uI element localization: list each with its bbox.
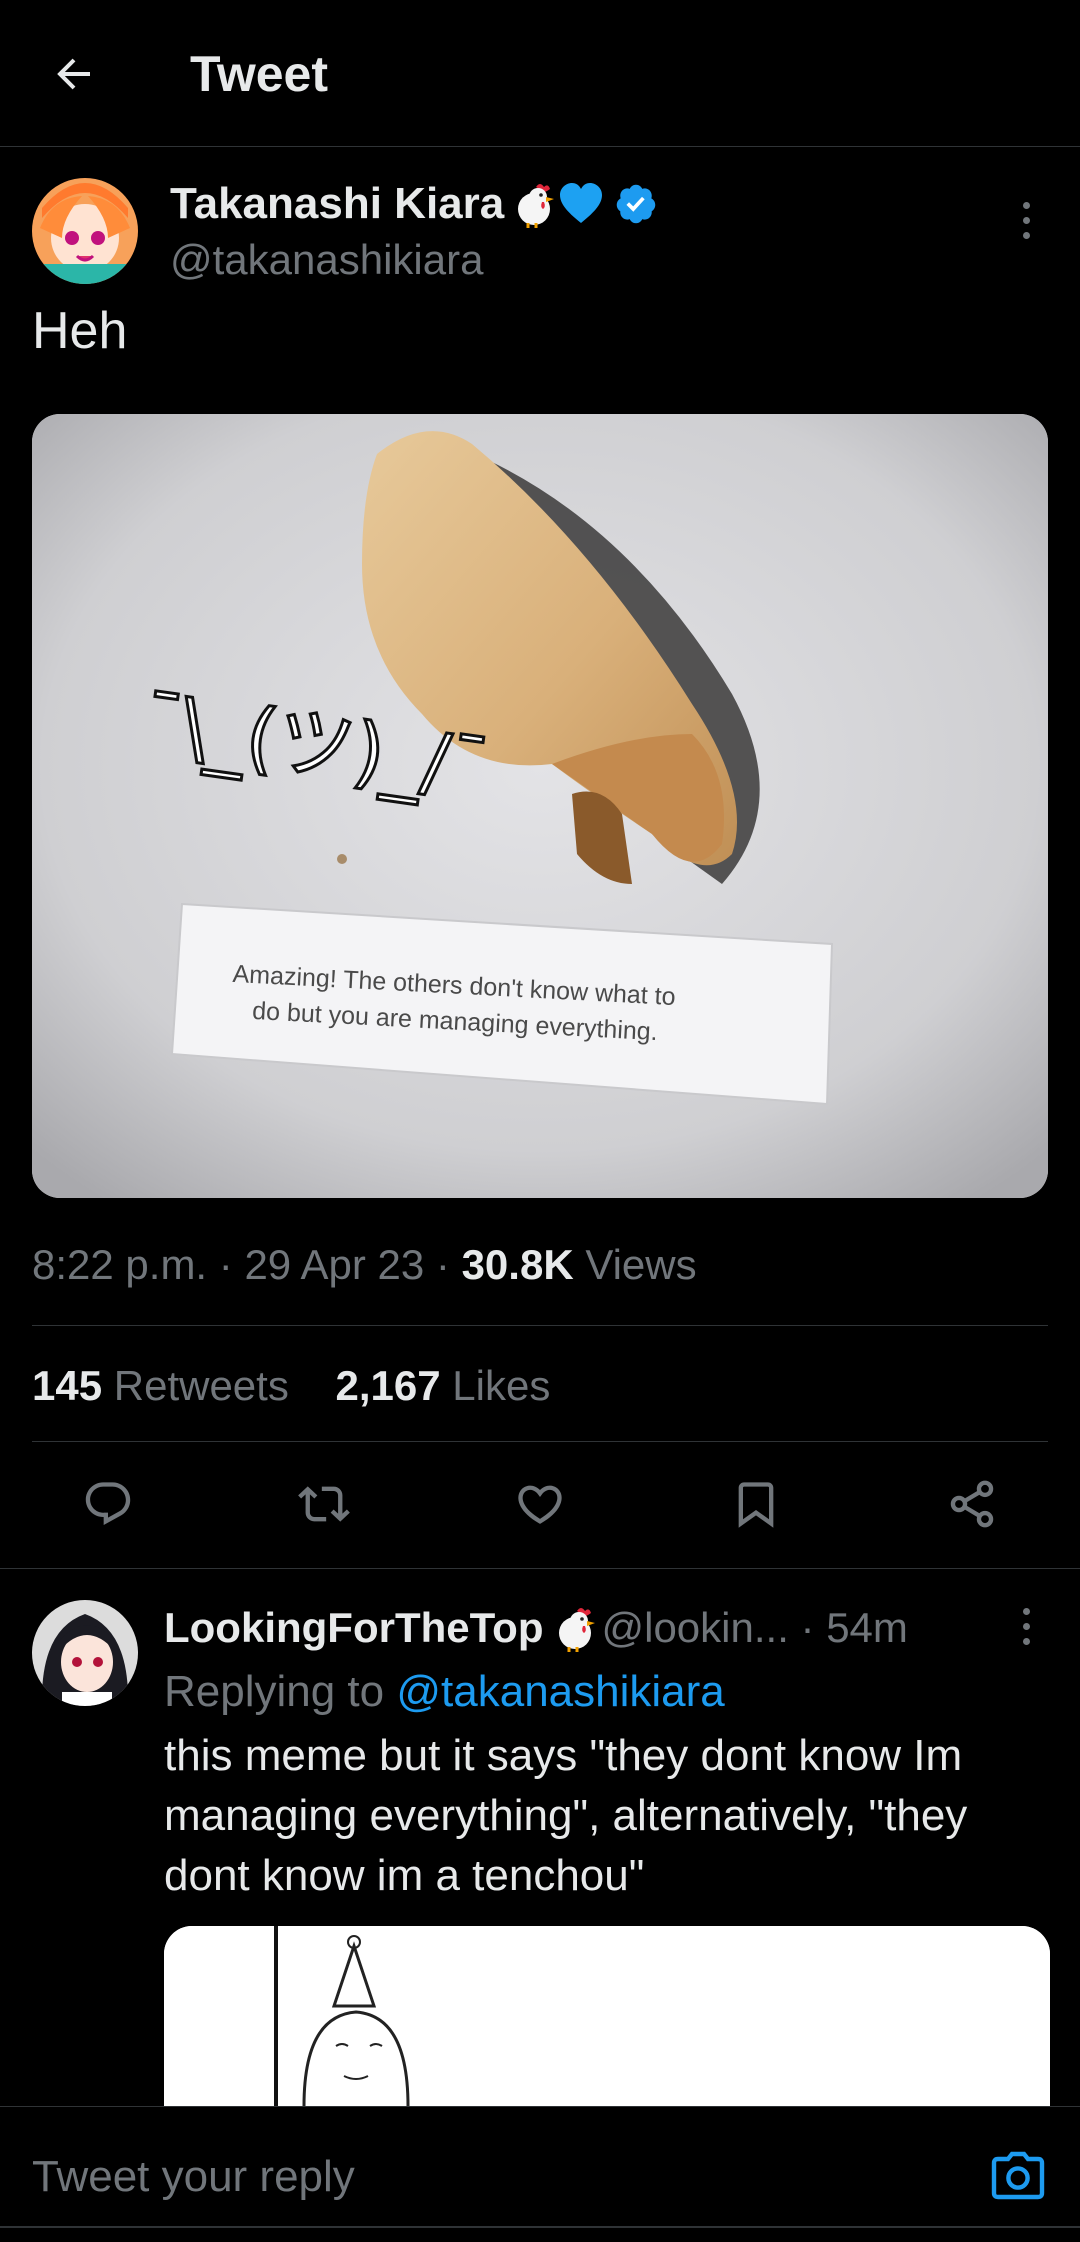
- views-label: Views: [585, 1241, 697, 1288]
- share-icon: [950, 1480, 994, 1528]
- heart-icon: [518, 1485, 562, 1524]
- tweet-time: 8:22 p.m.: [32, 1241, 208, 1288]
- section-divider: [0, 1568, 1080, 1569]
- divider: [32, 1325, 1048, 1326]
- author-avatar[interactable]: [32, 178, 138, 284]
- divider: [32, 1441, 1048, 1442]
- reply-header: LookingForTheTop @lookin... · 54m: [164, 1598, 908, 1658]
- reply-icon: [85, 1482, 131, 1526]
- retweet-icon: [298, 1486, 350, 1522]
- reply-more-button[interactable]: [1006, 1596, 1046, 1656]
- chicken-emoji-icon: [559, 1608, 596, 1652]
- tweet-media[interactable]: Amazing! The others don't know what to d…: [32, 414, 1048, 1198]
- tweet-date: 29 Apr 23: [244, 1241, 425, 1288]
- reply-input[interactable]: Tweet your reply: [32, 2147, 355, 2207]
- camera-icon: [991, 2151, 1045, 2200]
- bookmark-button[interactable]: [726, 1474, 786, 1534]
- views-count: 30.8K: [461, 1241, 574, 1288]
- author-name-text: Takanashi Kiara: [170, 179, 505, 228]
- composer-underline: [0, 2226, 1080, 2228]
- reply-media[interactable]: [164, 1926, 1050, 2106]
- tweet-meta: 8:22 p.m. · 29 Apr 23 · 30.8K Views: [32, 1241, 697, 1288]
- author-handle[interactable]: @takanashikiara: [170, 234, 483, 286]
- top-bar: Tweet: [0, 0, 1080, 147]
- reply-text: this meme but it says "they dont know Im…: [164, 1731, 968, 1900]
- likes-stat[interactable]: 2,167 Likes: [336, 1362, 551, 1409]
- page-title: Tweet: [190, 46, 328, 102]
- tweet-text: Heh: [32, 302, 128, 360]
- like-button[interactable]: [510, 1474, 570, 1534]
- back-button[interactable]: [44, 44, 104, 104]
- share-button[interactable]: [942, 1474, 1002, 1534]
- arrow-left-icon: [57, 58, 90, 90]
- author-name[interactable]: Takanashi Kiara: [170, 176, 658, 232]
- replying-to: Replying to @takanashikiara: [164, 1662, 725, 1722]
- retweets-stat[interactable]: 145 Retweets: [32, 1362, 289, 1409]
- verified-badge-icon: [616, 184, 656, 224]
- chicken-emoji-icon: [518, 184, 555, 228]
- bookmark-icon: [738, 1482, 774, 1528]
- more-vertical-icon: [1022, 1607, 1030, 1615]
- retweet-button[interactable]: [294, 1474, 354, 1534]
- tweet-more-button[interactable]: [1006, 190, 1046, 250]
- camera-button[interactable]: [986, 2147, 1050, 2207]
- reply-composer: Tweet your reply: [0, 2106, 1080, 2242]
- reply-author-handle[interactable]: @lookin...: [601, 1598, 788, 1658]
- replying-prefix: Replying to: [164, 1667, 385, 1716]
- replying-to-link[interactable]: @takanashikiara: [396, 1667, 724, 1716]
- reply-time: 54m: [826, 1604, 908, 1651]
- reply-avatar[interactable]: [32, 1600, 138, 1706]
- more-vertical-icon: [1022, 201, 1030, 209]
- reply-button[interactable]: [78, 1474, 138, 1534]
- reply-author-name[interactable]: LookingForTheTop: [164, 1598, 543, 1658]
- tweet-stats: 145 Retweets 2,167 Likes: [32, 1356, 550, 1416]
- blue-heart-icon: [560, 183, 603, 223]
